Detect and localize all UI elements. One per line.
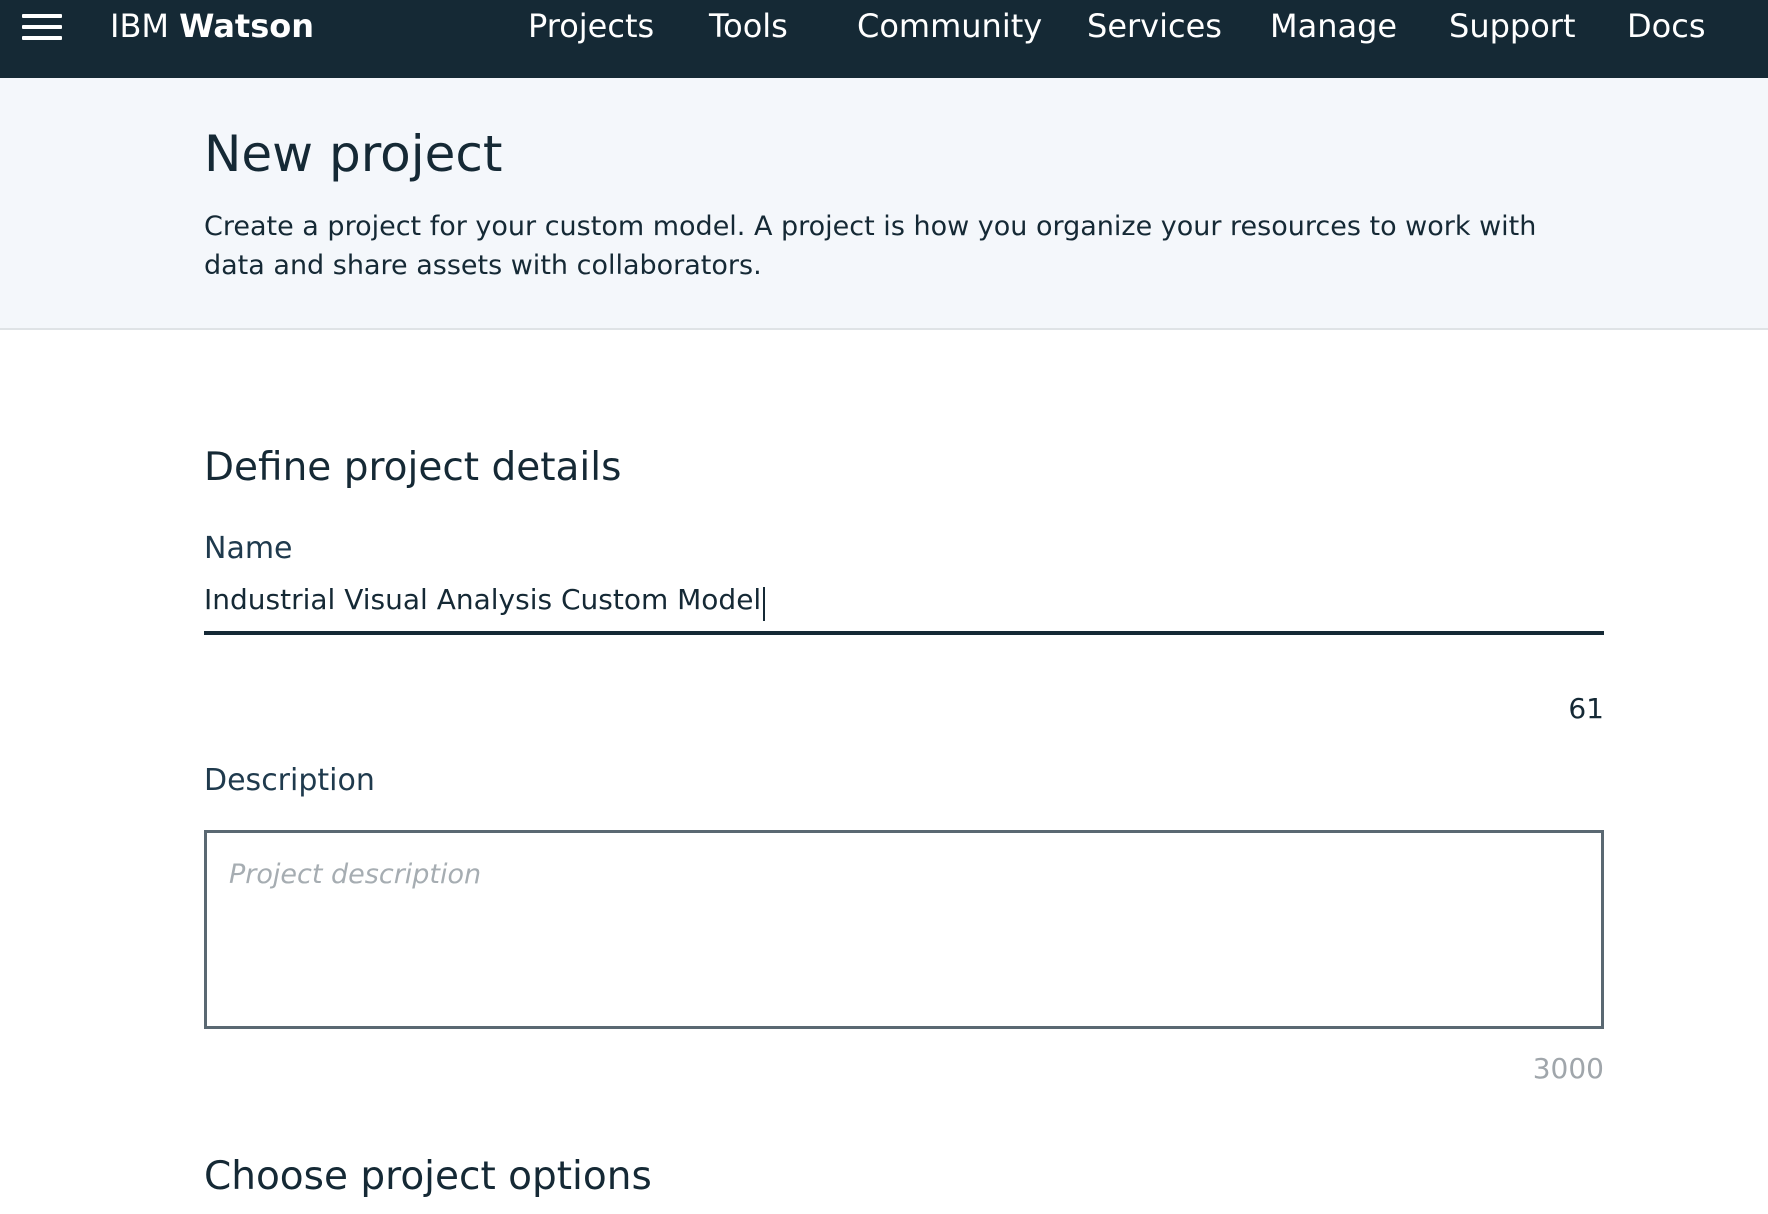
brand-logo[interactable]: IBM Watson (110, 4, 314, 48)
description-textarea[interactable] (204, 830, 1604, 1029)
nav-support[interactable]: Support (1449, 4, 1576, 48)
text-cursor (763, 587, 766, 621)
top-navigation-bar: IBM Watson Projects Tools Community Serv… (0, 0, 1768, 78)
name-input[interactable] (204, 577, 1604, 635)
nav-services[interactable]: Services (1087, 4, 1222, 48)
brand-watson: Watson (179, 7, 315, 45)
page-header: New project Create a project for your cu… (0, 78, 1768, 330)
nav-tools[interactable]: Tools (709, 4, 788, 48)
nav-manage[interactable]: Manage (1270, 4, 1397, 48)
description-character-counter: 3000 (1532, 1052, 1604, 1085)
description-label: Description (204, 763, 375, 798)
nav-community[interactable]: Community (857, 4, 1042, 48)
hamburger-menu-icon[interactable] (20, 11, 64, 47)
define-project-details-heading: Define project details (204, 445, 622, 490)
page-description: Create a project for your custom model. … (204, 211, 1537, 281)
choose-project-options-heading: Choose project options (204, 1154, 652, 1199)
name-character-counter: 61 (1568, 692, 1604, 725)
page-title: New project (204, 125, 503, 183)
name-label: Name (204, 531, 293, 566)
nav-projects[interactable]: Projects (528, 4, 654, 48)
brand-ibm: IBM (110, 7, 169, 45)
nav-docs[interactable]: Docs (1627, 4, 1705, 48)
